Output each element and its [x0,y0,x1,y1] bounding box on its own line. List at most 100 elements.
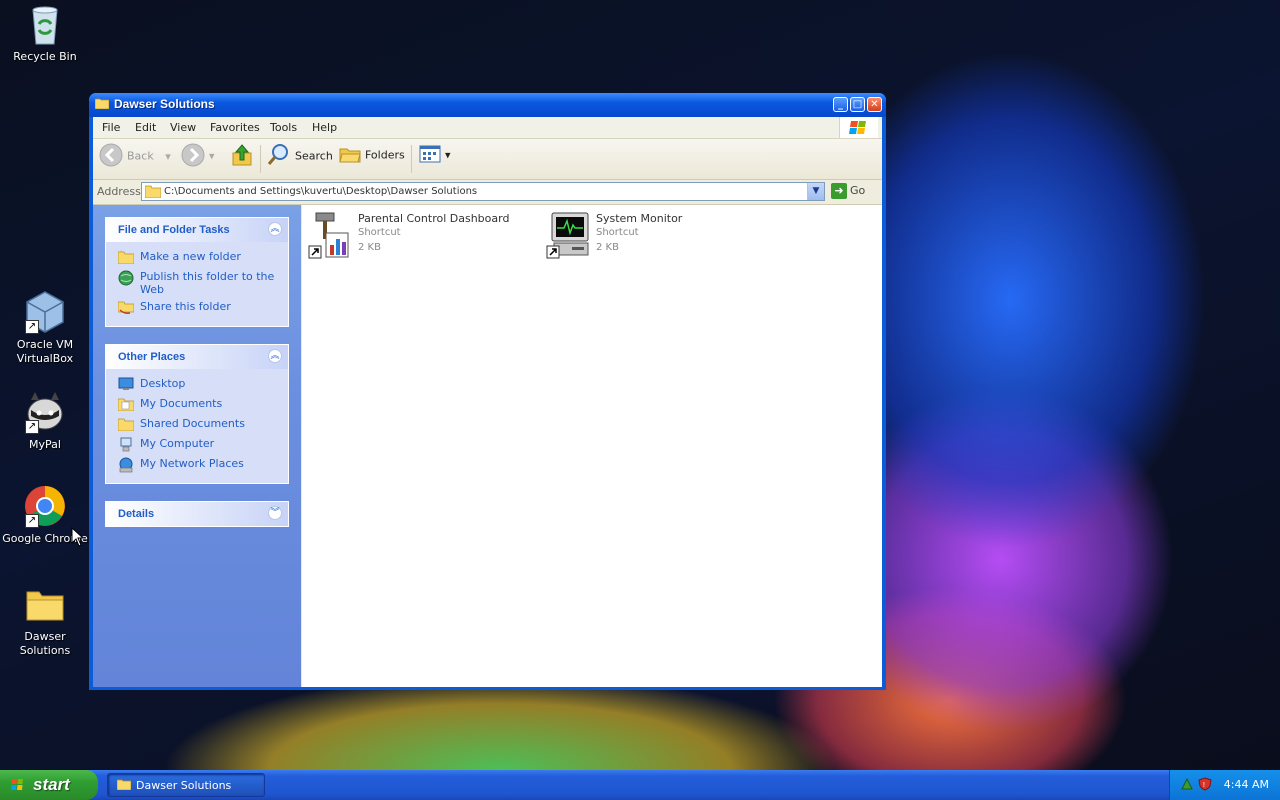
address-input[interactable]: C:\Documents and Settings\kuvertu\Deskto… [141,182,825,201]
desktop-icon [118,377,134,391]
back-arrow-icon [99,143,123,170]
desktop-icon-recycle-bin[interactable]: Recycle Bin [0,2,90,64]
file-item[interactable]: System Monitor Shortcut 2 KB [542,211,782,267]
collapse-chevron-icon[interactable]: ︽ [268,222,282,236]
desktop-icon-label: Dawser Solutions [19,630,71,657]
folder-up-icon [231,143,253,170]
window-client: File Edit View Favorites Tools Help Back… [93,117,882,687]
task-publish-to-web[interactable]: Publish this folder to the Web [118,270,280,296]
panel-header[interactable]: Details ︾ [106,502,288,526]
start-label: start [33,775,70,794]
taskbar-item-dawser-solutions[interactable]: Dawser Solutions [107,773,265,797]
up-folder-button[interactable] [231,143,257,170]
shortcut-arrow-icon: ↗ [25,514,39,528]
place-label: My Computer [140,437,215,450]
menu-view[interactable]: View [170,121,196,134]
search-button[interactable]: Search [267,143,333,170]
shortcut-arrow-icon: ↗ [25,420,39,434]
network-tray-icon[interactable] [1180,777,1194,791]
forward-button[interactable]: ▾ [181,143,215,170]
desktop-icon-virtualbox[interactable]: ↗ Oracle VM VirtualBox [0,290,90,366]
desktop: Recycle Bin ↗ Oracle VM VirtualBox ↗ MyP… [0,0,1280,770]
file-folder-tasks-panel: File and Folder Tasks ︽ Make a new folde… [105,217,289,327]
place-label: Desktop [140,377,186,390]
address-value: C:\Documents and Settings\kuvertu\Deskto… [164,186,478,197]
details-panel: Details ︾ [105,501,289,527]
panel-header[interactable]: Other Places ︽ [106,345,288,369]
file-type: Shortcut [596,227,639,238]
task-label: Make a new folder [140,250,241,263]
dropdown-arrow-icon: ▾ [445,148,451,162]
share-folder-icon [117,300,135,314]
dashboard-shortcut-icon [308,211,352,261]
start-button[interactable]: start [0,770,98,800]
folders-button[interactable]: Folders [339,143,405,168]
views-icon [419,145,441,166]
shortcut-arrow-icon: ↗ [25,320,39,334]
folder-icon [144,185,162,201]
recycle-bin-icon [23,2,67,46]
security-shield-icon[interactable]: ! [1198,777,1212,791]
address-dropdown-button[interactable]: ▼ [807,183,824,200]
go-button[interactable]: ➜ Go [831,183,865,199]
task-label: Share this folder [140,300,231,313]
place-shared-documents[interactable]: Shared Documents [117,417,280,433]
panel-title: Other Places [118,351,186,363]
title-bar[interactable]: Dawser Solutions _ □ ✕ [89,93,886,117]
network-places-icon [118,457,134,473]
file-size: 2 KB [358,242,381,253]
minimize-button[interactable]: _ [833,97,848,112]
task-label: Publish this folder to the Web [140,270,275,296]
panel-title: Details [118,508,155,520]
my-documents-icon [117,397,135,412]
expand-chevron-icon[interactable]: ︾ [268,506,282,520]
virtualbox-icon: ↗ [23,290,67,334]
task-make-new-folder[interactable]: Make a new folder [117,250,280,266]
menu-tools[interactable]: Tools [270,121,297,134]
close-button[interactable]: ✕ [867,97,882,112]
dropdown-arrow-icon: ▾ [165,149,171,163]
go-label: Go [850,184,866,197]
menu-file[interactable]: File [102,121,120,134]
windows-logo-icon [10,777,26,793]
panel-header[interactable]: File and Folder Tasks ︽ [106,218,288,242]
folders-label: Folders [365,148,405,162]
go-arrow-icon: ➜ [831,183,847,199]
my-computer-icon [118,437,134,452]
menu-favorites[interactable]: Favorites [210,121,260,134]
system-tray: ! 4:44 AM [1169,770,1280,800]
collapse-chevron-icon[interactable]: ︽ [268,349,282,363]
file-name: System Monitor [596,212,683,225]
task-share-folder[interactable]: Share this folder [117,300,280,316]
toolbar: Back ▾ ▾ Search Folders ▾ [93,139,882,180]
maximize-button[interactable]: □ [850,97,865,112]
taskbar-item-label: Dawser Solutions [136,779,232,792]
search-label: Search [295,149,333,163]
globe-icon [118,270,134,286]
place-my-network-places[interactable]: My Network Places [118,457,280,473]
mypal-icon: ↗ [23,390,67,434]
folder-icon [94,98,110,110]
explorer-window: Dawser Solutions _ □ ✕ File Edit View Fa… [89,93,886,690]
task-pane: File and Folder Tasks ︽ Make a new folde… [93,205,301,687]
back-label: Back [127,149,154,163]
clock: 4:44 AM [1223,778,1269,791]
views-button[interactable]: ▾ [419,145,451,166]
place-desktop[interactable]: Desktop [118,377,280,393]
address-bar: Address C:\Documents and Settings\kuvert… [93,180,882,205]
other-places-panel: Other Places ︽ Desktop My Documents Shar… [105,344,289,484]
desktop-icon-mypal[interactable]: ↗ MyPal [0,390,90,452]
search-icon [267,143,291,170]
place-my-computer[interactable]: My Computer [118,437,280,453]
place-label: My Network Places [140,457,244,470]
place-my-documents[interactable]: My Documents [117,397,280,413]
menu-help[interactable]: Help [312,121,337,134]
taskbar: start Dawser Solutions ! 4:44 AM [0,770,1280,800]
folder-icon [116,779,132,791]
svg-text:!: ! [1203,781,1206,789]
desktop-icon-dawser-solutions[interactable]: Dawser Solutions [0,582,90,658]
file-item[interactable]: Parental Control Dashboard Shortcut 2 KB [304,211,544,267]
back-button[interactable]: Back ▾ [99,143,171,170]
window-title: Dawser Solutions [114,97,215,111]
menu-edit[interactable]: Edit [135,121,156,134]
